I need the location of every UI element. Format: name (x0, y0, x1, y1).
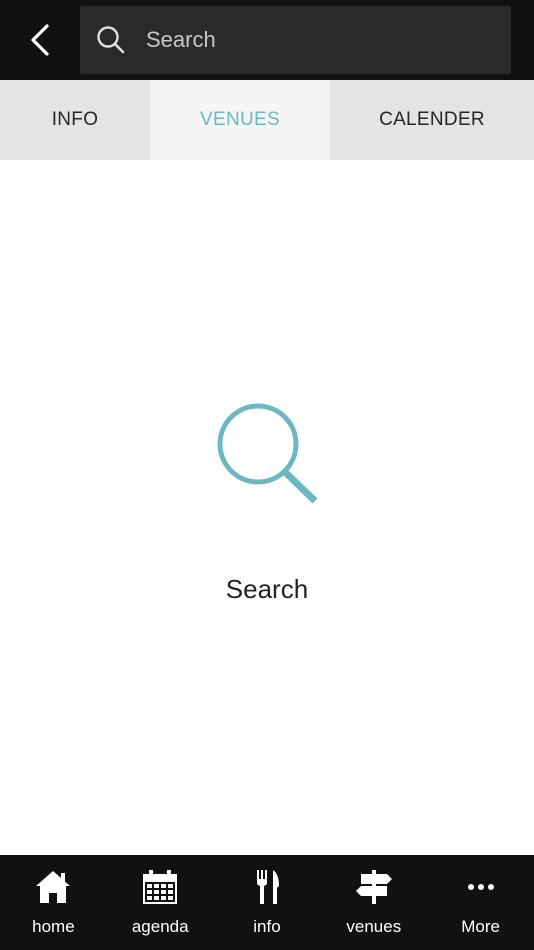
nav-item-home[interactable]: home (0, 855, 107, 950)
tab-venues[interactable]: VENUES (150, 80, 330, 160)
nav-label-info: info (253, 917, 281, 936)
search-input[interactable] (146, 20, 511, 60)
home-icon (33, 867, 73, 907)
signpost-icon (354, 867, 394, 907)
nav-label-venues: venues (346, 917, 402, 936)
nav-label-agenda: agenda (131, 917, 189, 936)
search-bar[interactable] (80, 6, 511, 74)
nav-label-more: More (461, 917, 500, 936)
chevron-left-icon (31, 24, 49, 56)
fork-knife-icon (247, 867, 287, 907)
top-bar (0, 0, 534, 80)
more-dots-icon (461, 867, 501, 907)
back-button[interactable] (20, 18, 60, 62)
tab-bar: INFO VENUES CALENDER (0, 80, 534, 160)
nav-label-home: home (32, 917, 75, 936)
nav-item-more[interactable]: More (427, 855, 534, 950)
tab-info[interactable]: INFO (0, 80, 150, 160)
tab-calender[interactable]: CALENDER (330, 80, 534, 160)
empty-state-search-icon (212, 400, 322, 510)
calendar-icon (140, 867, 180, 907)
bottom-nav: home agenda info venues More (0, 855, 534, 950)
nav-item-info[interactable]: info (214, 855, 321, 950)
nav-item-venues[interactable]: venues (320, 855, 427, 950)
app-window: INFO VENUES CALENDER Search home (0, 0, 534, 950)
empty-state-label: Search (225, 574, 309, 604)
nav-item-agenda[interactable]: agenda (107, 855, 214, 950)
search-icon (96, 25, 126, 55)
